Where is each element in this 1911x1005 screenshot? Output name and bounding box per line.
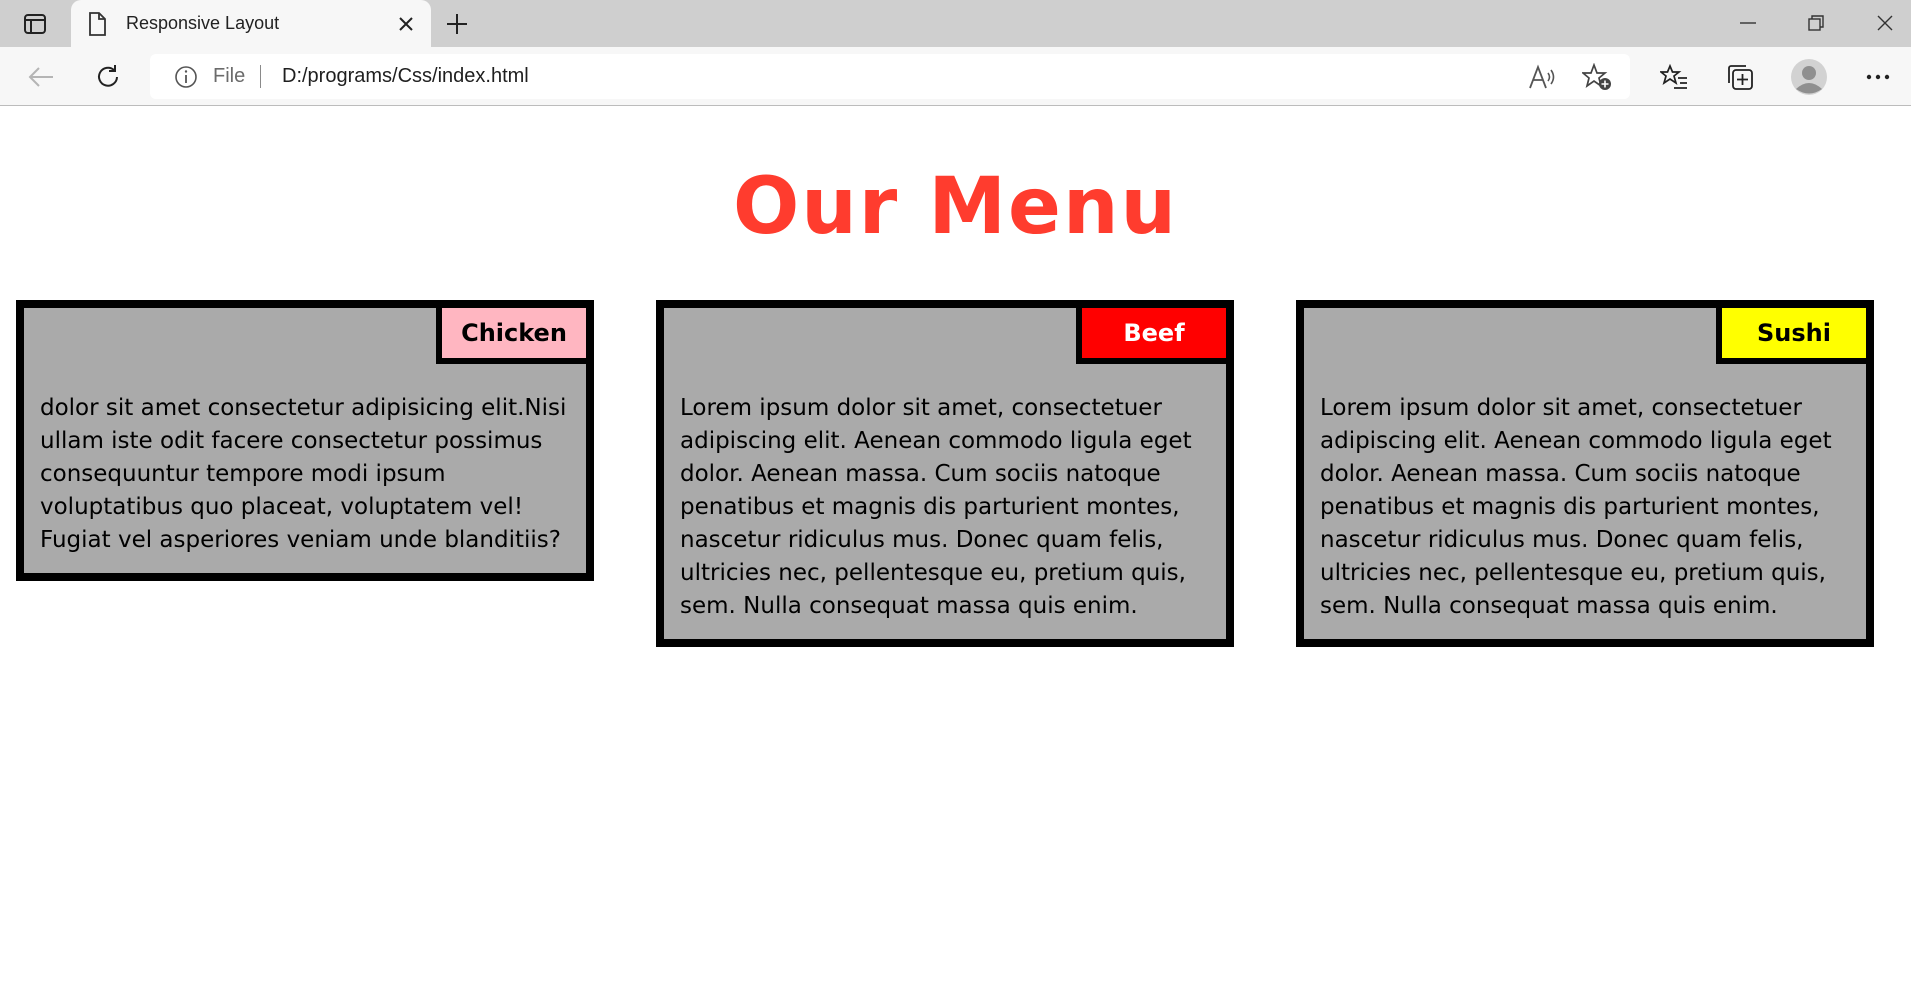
info-icon[interactable] — [174, 65, 198, 89]
browser-toolbar: File D:/programs/Css/index.html — [0, 47, 1911, 106]
profile-avatar-icon[interactable] — [1790, 58, 1828, 96]
favorites-icon[interactable] — [1658, 61, 1690, 93]
read-aloud-icon[interactable] — [1528, 64, 1556, 90]
address-bar[interactable]: File D:/programs/Css/index.html — [150, 54, 1630, 99]
browser-tab[interactable]: Responsive Layout — [71, 0, 431, 47]
address-divider — [260, 65, 261, 88]
url-text[interactable]: D:/programs/Css/index.html — [282, 65, 529, 88]
card-tag-sushi: Sushi — [1716, 308, 1866, 364]
card-text: dolor sit amet consectetur adipisicing e… — [40, 395, 567, 553]
tab-strip: Responsive Layout — [0, 0, 1911, 47]
tab-title: Responsive Layout — [126, 13, 280, 33]
card-tag-beef: Beef — [1076, 308, 1226, 364]
plus-icon[interactable] — [444, 11, 470, 37]
tab-actions-icon[interactable] — [18, 11, 52, 37]
scheme-label: File — [213, 65, 246, 87]
menu-card-sushi: Sushi Lorem ipsum dolor sit amet, consec… — [1296, 300, 1874, 647]
card-tag-chicken: Chicken — [436, 308, 586, 364]
star-plus-icon[interactable] — [1580, 62, 1612, 91]
window-close-icon[interactable] — [1865, 8, 1905, 38]
card-text: Lorem ipsum dolor sit amet, consectetuer… — [1320, 395, 1832, 619]
menu-card-chicken: Chicken dolor sit amet consectetur adipi… — [16, 300, 594, 581]
reload-icon[interactable] — [92, 61, 124, 93]
close-icon[interactable] — [395, 13, 417, 35]
back-arrow-icon[interactable] — [25, 61, 57, 93]
menu-card-beef: Beef Lorem ipsum dolor sit amet, consect… — [656, 300, 1234, 647]
more-icon[interactable] — [1862, 61, 1894, 93]
collections-icon[interactable] — [1724, 61, 1756, 93]
restore-icon[interactable] — [1796, 8, 1836, 38]
page-title: Our Menu — [732, 162, 1179, 252]
card-text: Lorem ipsum dolor sit amet, consectetuer… — [680, 395, 1192, 619]
minimize-icon[interactable] — [1728, 8, 1768, 38]
page-icon — [87, 12, 107, 36]
